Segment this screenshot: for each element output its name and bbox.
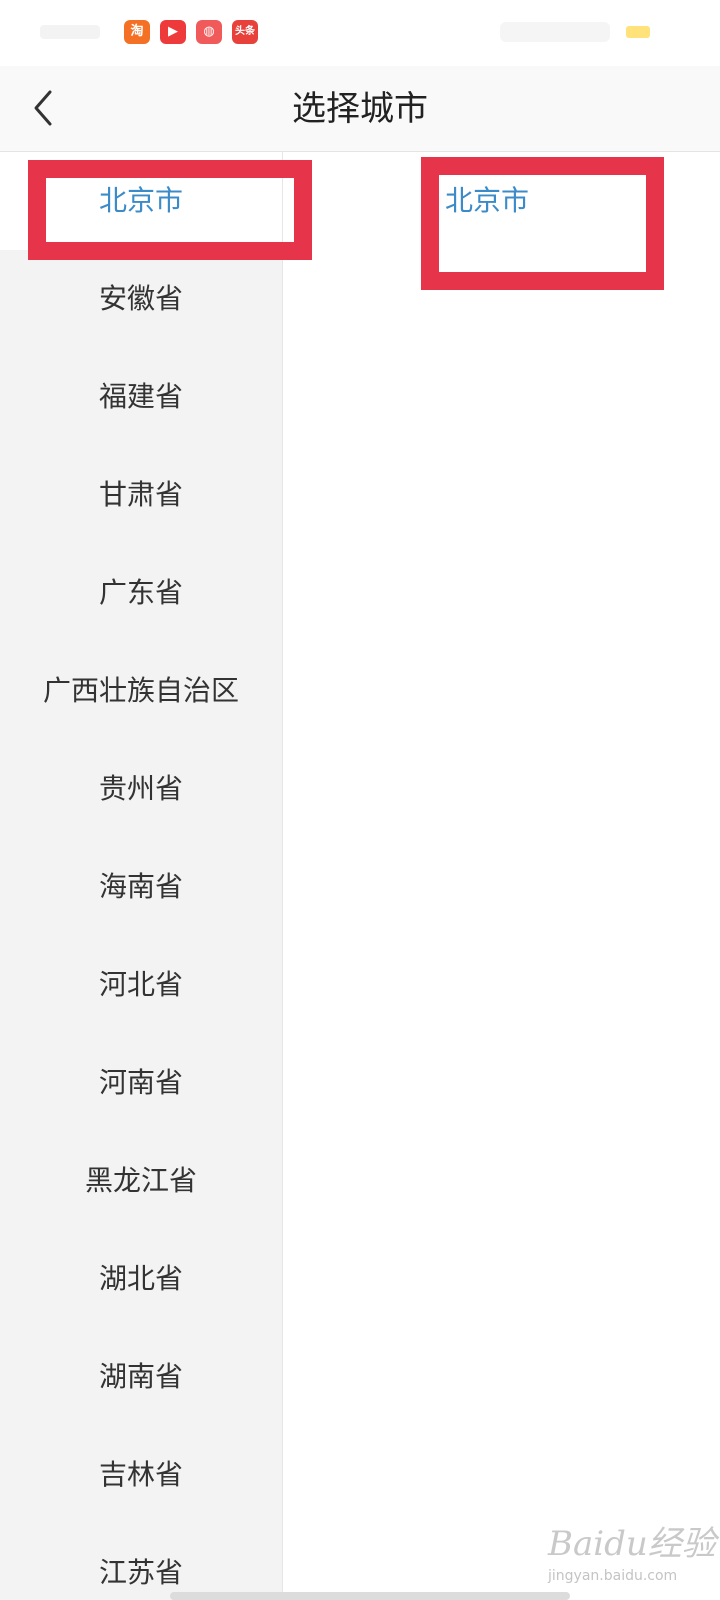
watermark-brand: Baidu经验 — [548, 1524, 716, 1564]
scroll-indicator — [170, 1592, 570, 1600]
video-play-icon: ▶ — [160, 20, 186, 44]
province-item[interactable]: 河南省 — [0, 1034, 282, 1132]
province-item[interactable]: 广东省 — [0, 544, 282, 642]
highlight-box-province — [28, 160, 312, 260]
province-list[interactable]: 北京市 安徽省 福建省 甘肃省 广东省 广西壮族自治区 贵州省 海南省 河北省 河南省 黑龙江省 湖北… — [0, 152, 282, 1600]
province-item[interactable]: 甘肃省 — [0, 446, 282, 544]
province-item[interactable]: 湖南省 — [0, 1328, 282, 1426]
notification-icons: 淘 ▶ ◍ 头条 — [124, 20, 258, 46]
province-item[interactable]: 黑龙江省 — [0, 1132, 282, 1230]
province-item[interactable]: 安徽省 — [0, 250, 282, 348]
province-item[interactable]: 贵州省 — [0, 740, 282, 838]
header-bar: 选择城市 — [0, 66, 720, 152]
toutiao-icon: 头条 — [232, 20, 258, 44]
watermark: Baidu经验 jingyan.baidu.com — [548, 1506, 718, 1596]
chevron-left-icon — [34, 90, 52, 126]
status-indicators — [500, 22, 610, 42]
back-button[interactable] — [22, 84, 70, 132]
taobao-icon: 淘 — [124, 20, 150, 44]
province-item[interactable]: 海南省 — [0, 838, 282, 936]
province-item[interactable]: 江苏省 — [0, 1524, 282, 1600]
province-item[interactable]: 吉林省 — [0, 1426, 282, 1524]
battery-icon — [626, 26, 650, 38]
province-item[interactable]: 福建省 — [0, 348, 282, 446]
status-time — [40, 25, 100, 39]
highlight-box-city — [421, 157, 664, 290]
status-bar: 淘 ▶ ◍ 头条 — [0, 0, 720, 66]
province-item[interactable]: 广西壮族自治区 — [0, 642, 282, 740]
page-title: 选择城市 — [292, 89, 428, 129]
social-app-icon: ◍ — [196, 20, 222, 44]
watermark-url: jingyan.baidu.com — [548, 1568, 678, 1584]
province-item[interactable]: 湖北省 — [0, 1230, 282, 1328]
city-list[interactable]: 北京市 — [283, 152, 720, 1600]
province-item[interactable]: 河北省 — [0, 936, 282, 1034]
